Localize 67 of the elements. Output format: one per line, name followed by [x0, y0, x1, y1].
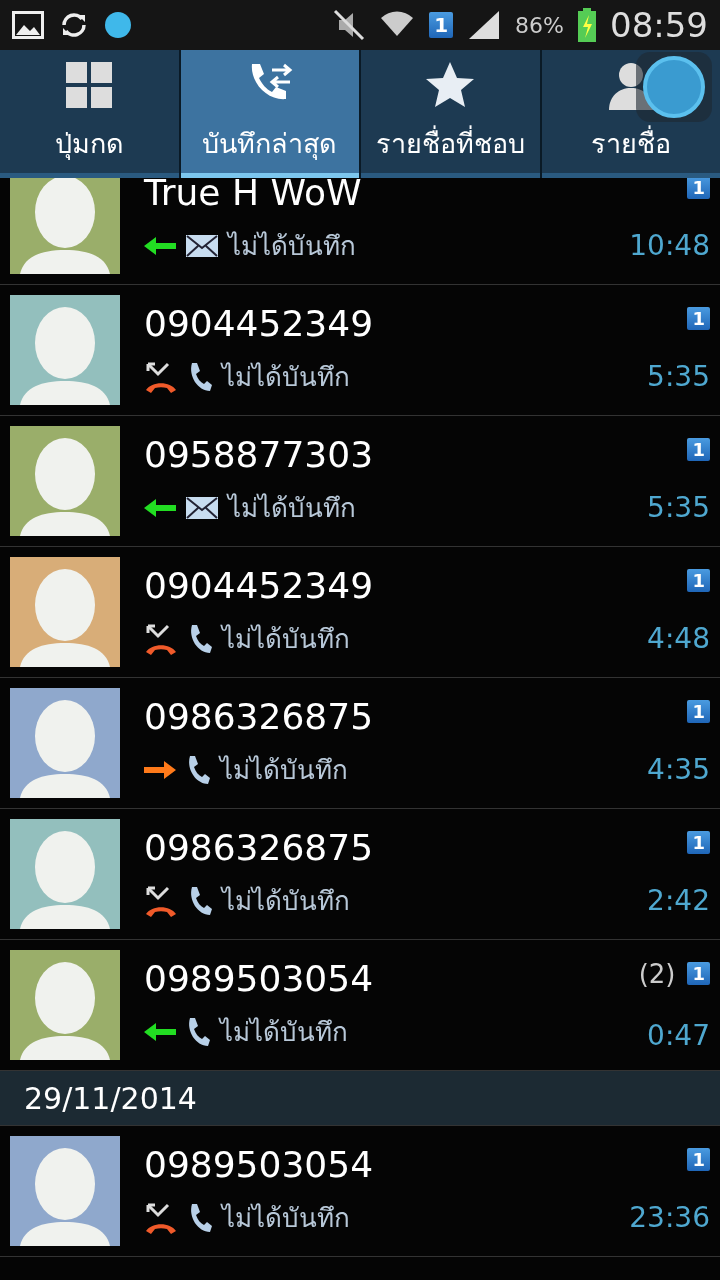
keypad-icon — [64, 60, 115, 110]
tab[interactable]: รายชื่อที่ชอบ — [361, 50, 540, 178]
call-row[interactable]: 0958877303 ไม่ได้บันทึก 1 5:35 — [0, 416, 720, 547]
dot-icon — [104, 11, 132, 39]
call-note: ไม่ได้บันทึก — [220, 1016, 348, 1049]
signal-icon — [467, 9, 502, 41]
call-time: 23:36 — [629, 1201, 710, 1235]
call-time: 4:35 — [647, 753, 710, 787]
caller-name: 0958877303 — [144, 434, 375, 475]
picture-icon — [12, 11, 44, 39]
call-note: ไม่ได้บันทึก — [222, 623, 350, 656]
sim-badge: 1 — [687, 1147, 710, 1172]
left-arrow-icon — [144, 1021, 176, 1042]
sim-badge: 1 — [687, 699, 710, 724]
date-header: 29/11/2014 — [0, 1071, 720, 1126]
phone-icon — [188, 361, 212, 392]
tab[interactable]: บันทึกล่าสุด — [180, 50, 359, 178]
call-time: 5:35 — [647, 360, 710, 394]
call-note: ไม่ได้บันทึก — [228, 492, 356, 525]
phone-icon — [188, 1202, 212, 1233]
battery-icon — [578, 8, 596, 42]
left-arrow-icon — [144, 235, 176, 256]
call-row[interactable]: 0989503054 ไม่ได้บันทึก (2) 1 0:47 — [0, 940, 720, 1071]
call-time: 4:48 — [647, 622, 710, 656]
sim-badge: 1 — [687, 306, 710, 331]
call-time: 0:47 — [647, 1018, 710, 1052]
clock: 08:59 — [610, 5, 708, 45]
sim-badge: 1 — [429, 12, 454, 38]
floating-button-icon[interactable] — [636, 52, 712, 122]
call-time: 5:35 — [647, 491, 710, 525]
call-note: ไม่ได้บันทึก — [222, 361, 350, 394]
call-row[interactable]: 0904452349 ไม่ได้บันทึก 1 4:48 — [0, 547, 720, 678]
phone-icon — [186, 754, 210, 785]
caller-name: 0986326875 — [144, 696, 375, 737]
call-count: (2) — [638, 958, 676, 989]
sim-badge: 1 — [687, 961, 710, 986]
envelope-icon — [186, 496, 218, 519]
phone-icon — [186, 1016, 210, 1047]
call-row[interactable]: True H WoW ไม่ได้บันทึก 1 10:48 — [0, 178, 720, 285]
call-note: ไม่ได้บันทึก — [222, 885, 350, 918]
right-arrow-icon — [144, 759, 176, 780]
call-row[interactable]: 0986326875 ไม่ได้บันทึก 1 2:42 — [0, 809, 720, 940]
caller-name: 0989503054 — [144, 1144, 375, 1185]
call-note: ไม่ได้บันทึก — [222, 1202, 350, 1235]
phone-icon — [188, 885, 212, 916]
sim-badge: 1 — [687, 178, 710, 200]
call-time: 10:48 — [629, 229, 710, 263]
call-row[interactable]: 0986326875 ไม่ได้บันทึก 1 4:35 — [0, 678, 720, 809]
call-note: ไม่ได้บันทึก — [220, 754, 348, 787]
caller-name: 0989503054 — [144, 958, 375, 999]
mute-icon — [333, 9, 366, 41]
caller-name: 0904452349 — [144, 565, 375, 606]
tab[interactable]: ปุ่มกด — [0, 50, 179, 178]
call-time: 2:42 — [647, 884, 710, 918]
caller-name: 0904452349 — [144, 303, 375, 344]
sim-badge: 1 — [687, 830, 710, 855]
left-arrow-icon — [144, 497, 176, 518]
call-row[interactable]: 0904452349 ไม่ได้บันทึก 1 5:35 — [0, 285, 720, 416]
phone-icon — [188, 623, 212, 654]
battery-percent: 86% — [515, 12, 564, 38]
caller-name: True H WoW — [144, 178, 363, 213]
caller-name: 0986326875 — [144, 827, 375, 868]
envelope-icon — [186, 234, 218, 257]
sim-badge: 1 — [687, 568, 710, 593]
call-row[interactable]: 0989503054 ไม่ได้บันทึก 1 23:36 — [0, 1126, 720, 1257]
call-note: ไม่ได้บันทึก — [228, 230, 356, 263]
sim-badge: 1 — [687, 437, 710, 462]
